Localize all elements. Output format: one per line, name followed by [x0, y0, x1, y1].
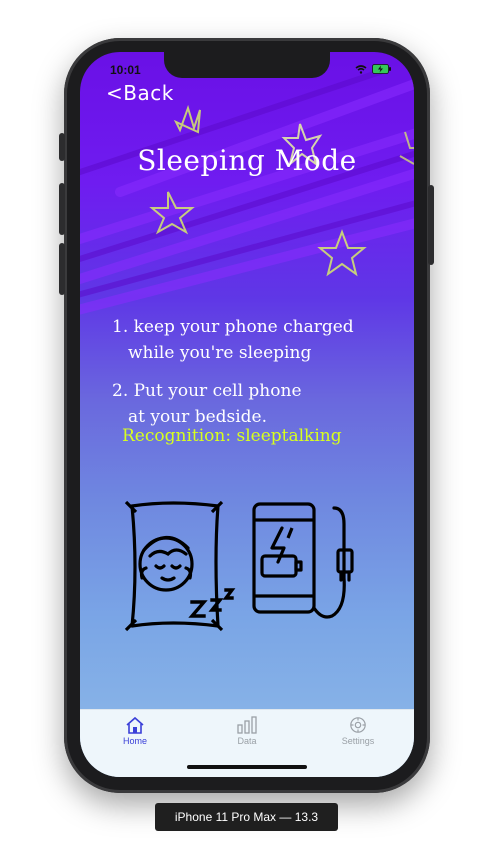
tab-label: Data — [237, 736, 257, 746]
sleep-charging-illustration — [124, 500, 354, 632]
status-icons — [355, 64, 392, 74]
page-title: Sleeping Mode — [137, 144, 357, 177]
volume-down-button — [59, 243, 65, 295]
volume-up-button — [59, 183, 65, 235]
power-button — [428, 185, 434, 265]
star-doodle-1 — [173, 104, 201, 134]
charging-phone-icon — [252, 502, 316, 614]
back-button[interactable]: <Back — [106, 81, 174, 105]
tab-label: Home — [122, 736, 147, 746]
status-time: 10:01 — [110, 63, 141, 77]
instruction-item-1: 1. keep your phone charged while you're … — [112, 314, 402, 366]
app-screen: 10:01 <Back Sleeping Mode 1. keep your p… — [80, 52, 414, 777]
gear-icon — [350, 717, 366, 733]
instruction-line: while you're sleeping — [128, 343, 312, 363]
notch — [164, 52, 330, 78]
tab-bar: Home Data Settings — [80, 709, 414, 777]
battery-icon — [372, 64, 391, 74]
sleeping-face-icon — [138, 535, 194, 592]
tab-label: Settings — [341, 736, 375, 746]
charging-cable-icon — [312, 506, 354, 619]
bar-chart-icon — [237, 716, 257, 734]
instruction-line: 2. Put your cell phone — [112, 381, 302, 401]
tab-settings[interactable]: Settings — [318, 716, 398, 746]
instruction-item-2: 2. Put your cell phone at your bedside. — [112, 378, 402, 430]
device-label: iPhone 11 Pro Max — 13.3 — [155, 803, 338, 831]
silent-switch — [59, 133, 65, 161]
tab-home[interactable]: Home — [95, 716, 175, 746]
instruction-line: 1. keep your phone charged — [112, 317, 354, 337]
home-icon — [126, 716, 144, 734]
home-indicator[interactable] — [187, 765, 307, 769]
tab-data[interactable]: Data — [207, 716, 287, 746]
instructions-list: 1. keep your phone charged while you're … — [112, 314, 402, 442]
wifi-icon — [355, 64, 367, 74]
snore-z-icon — [188, 588, 236, 618]
recognition-label: Recognition: sleeptalking — [122, 426, 342, 446]
